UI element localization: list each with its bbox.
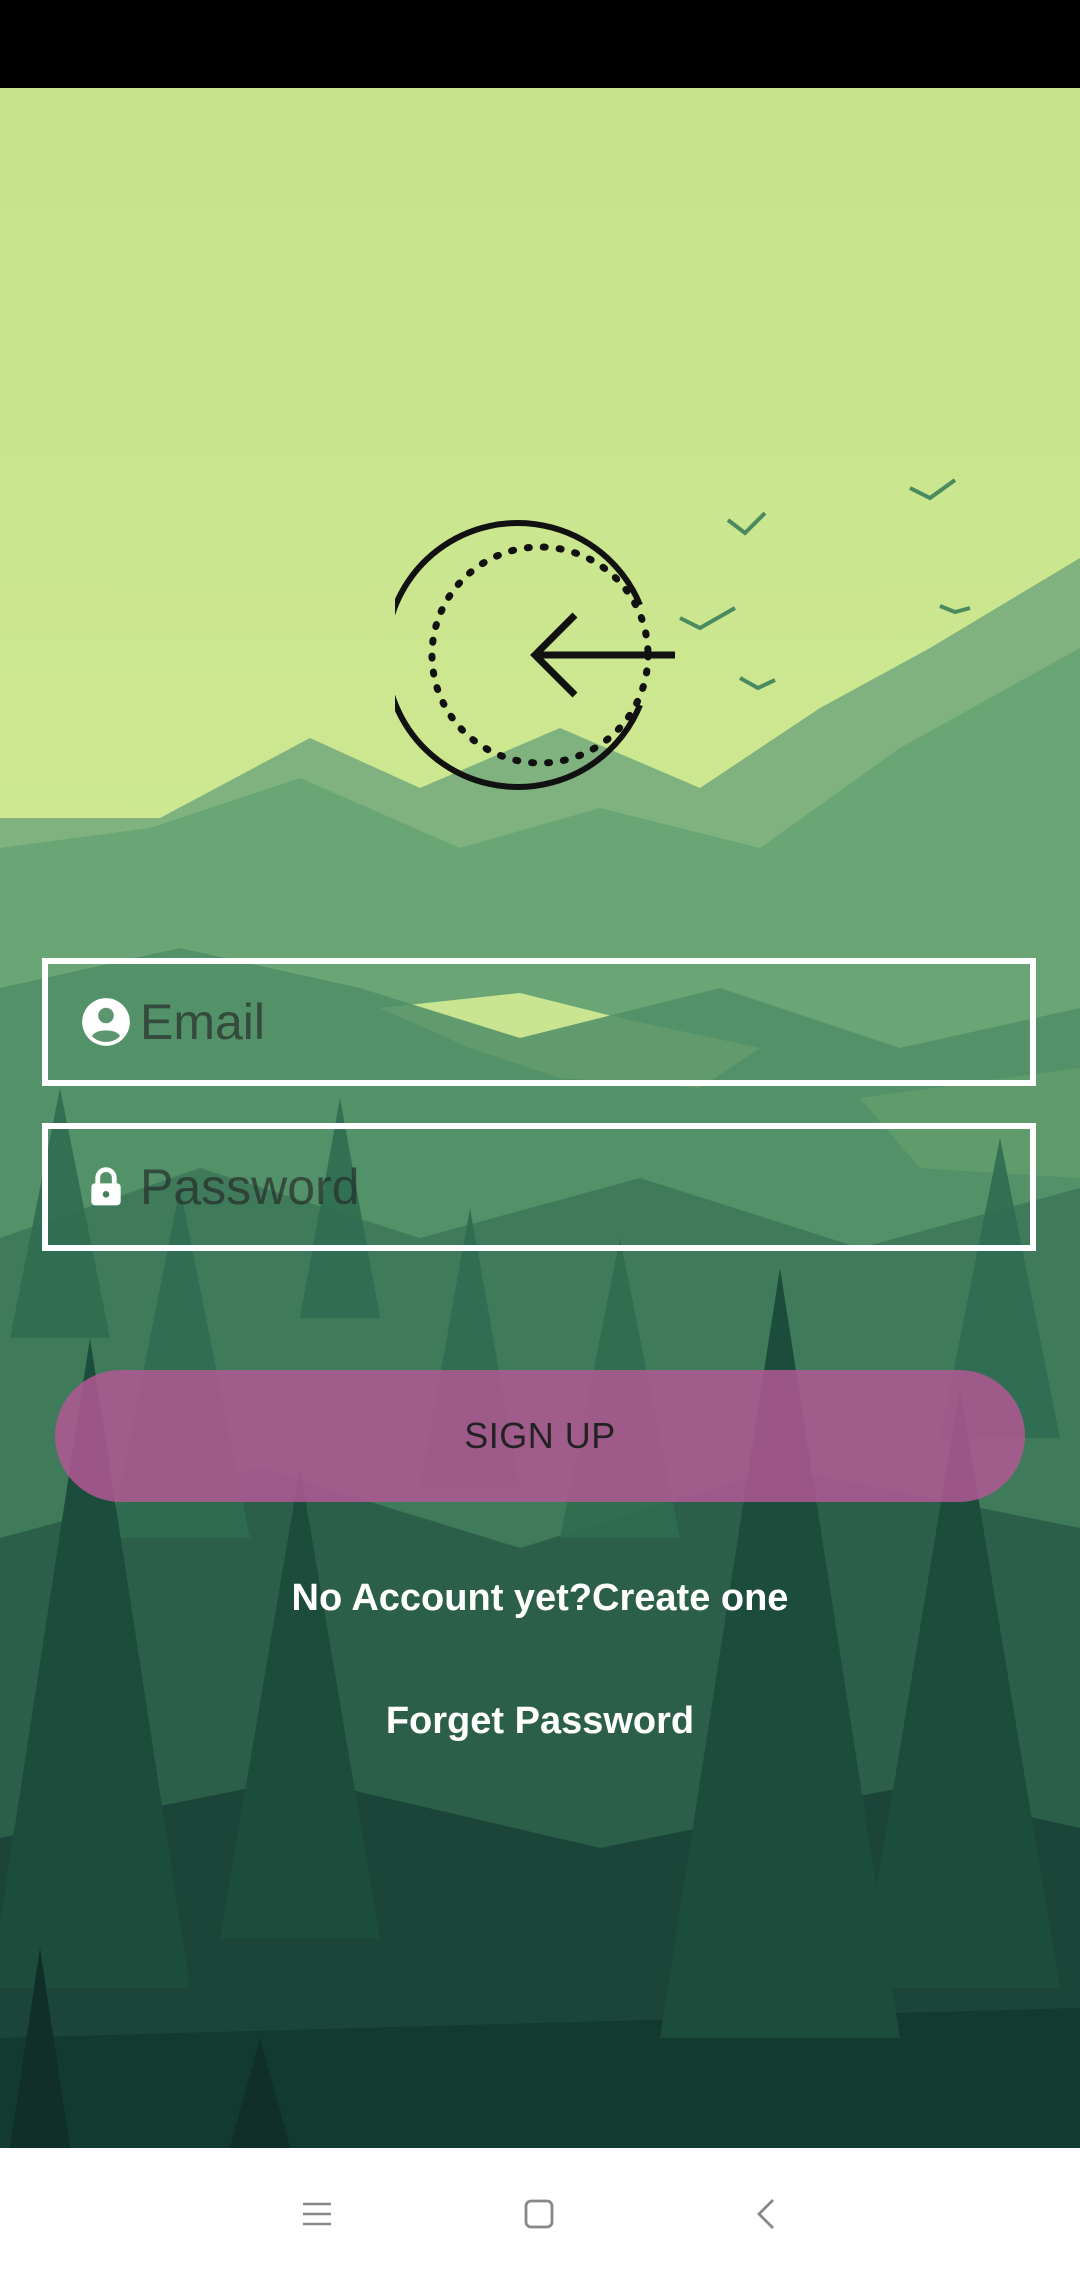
menu-icon[interactable] [287, 2184, 347, 2244]
password-field[interactable] [42, 1123, 1036, 1251]
home-square-icon[interactable] [509, 2184, 569, 2244]
system-navigation-bar [0, 2148, 1080, 2280]
signup-button[interactable]: SIGN UP [55, 1370, 1025, 1502]
create-account-link[interactable]: No Account yet?Create one [0, 1577, 1080, 1620]
background-landscape [0, 88, 1080, 2148]
forest-background-image [0, 88, 1080, 2148]
lock-icon [80, 1161, 132, 1213]
account-circle-icon [80, 996, 132, 1048]
forget-password-link[interactable]: Forget Password [0, 1700, 1080, 1743]
password-input[interactable] [140, 1158, 1000, 1216]
status-bar [0, 0, 1080, 88]
email-field[interactable] [42, 958, 1036, 1086]
back-chevron-icon[interactable] [737, 2184, 797, 2244]
back-arrow-circle-icon [382, 510, 685, 800]
email-input[interactable] [140, 993, 1000, 1051]
